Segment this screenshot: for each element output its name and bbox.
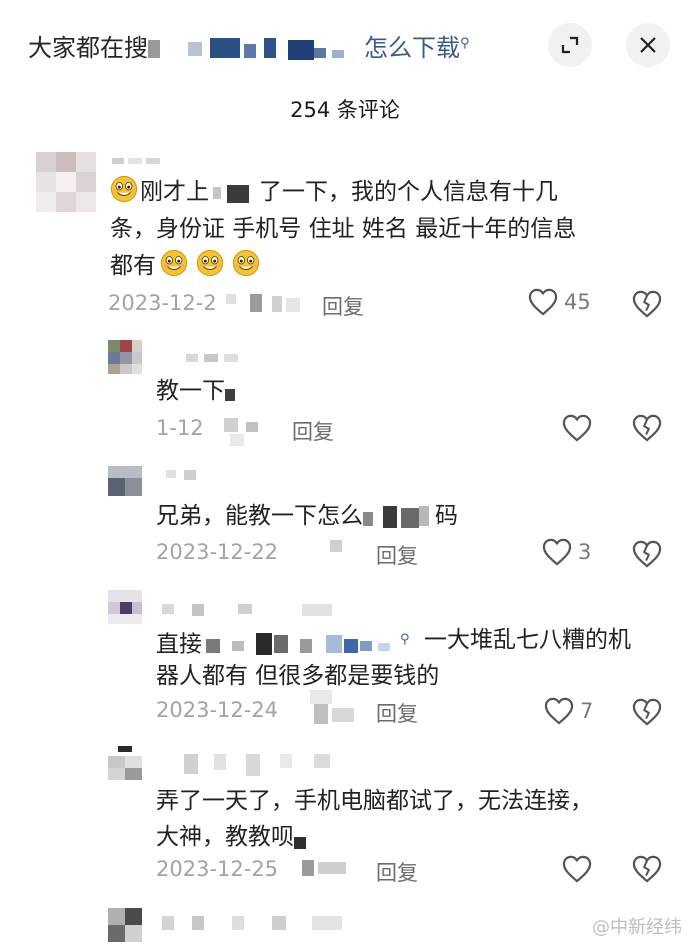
like-count: 3 [578,540,592,564]
comment-text-line: 大神，教教呗 [156,819,308,855]
expand-button[interactable] [548,23,592,67]
avatar[interactable] [108,466,142,496]
avatar[interactable] [36,152,96,212]
heart-icon[interactable] [562,855,592,883]
censored-mosaic [363,504,435,530]
censored-mosaic [302,858,352,878]
comment-text-inline: 一大堆乱七八糟的机 [424,627,631,653]
like-count: 7 [580,699,594,723]
censored-mosaic [306,690,360,732]
close-icon [640,37,656,53]
username-censored[interactable] [184,754,344,780]
like-button[interactable]: 7 [544,697,593,725]
broken-heart-icon[interactable] [632,698,662,726]
comment-date: 2023-12-22 [156,540,279,564]
censored-mosaic [225,381,239,403]
search-icon: ⚲ [460,36,470,51]
comment-date: 2023-12-25 [156,857,279,881]
reply-button[interactable]: 回复 [322,291,364,321]
censored-mosaic [294,827,308,849]
grin-emoji-icon [160,249,188,277]
grin-emoji-icon [232,249,260,277]
censored-mosaic [322,540,352,554]
broken-heart-icon[interactable] [632,290,662,318]
censored-title-mosaic [148,38,358,60]
censored-mosaic [209,181,259,205]
avatar[interactable] [108,590,142,624]
like-button[interactable]: 45 [528,288,591,316]
username-censored[interactable] [162,604,352,618]
comment-date: 1-12 [156,416,204,440]
censored-mosaic [226,292,306,318]
search-suggestion-link[interactable]: 怎么下载⚲ [364,28,470,63]
comment-text: 直接 ⚲ [156,631,410,659]
censored-mosaic [202,631,400,659]
comment-text-line: 条，身份证 手机号 住址 姓名 最近十年的信息 [110,216,577,242]
comment-text: 兄弟，能教一下怎么码 [156,503,458,530]
broken-heart-icon[interactable] [632,540,662,568]
reply-button[interactable]: 回复 [376,540,418,570]
comment-text-line: 弄了一天了，手机电脑都试了，无法连接， [156,788,593,814]
heart-icon [542,538,572,566]
broken-heart-icon[interactable] [632,855,662,883]
avatar[interactable] [108,908,142,942]
grin-emoji-icon [196,249,224,277]
comment-text-line: 器人都有 但很多都是要钱的 [156,663,440,689]
heart-icon [544,697,574,725]
expand-icon [561,36,579,54]
like-button[interactable]: 3 [542,538,591,566]
heart-icon [528,288,558,316]
heart-icon[interactable] [562,414,592,442]
comment-text: 教一下 [156,373,239,409]
avatar[interactable] [108,746,142,780]
like-count: 45 [564,290,591,314]
comment-text: 刚才上 了一下，我的个人信息有十几 [110,174,558,210]
censored-mosaic [206,418,266,446]
comments-header: 大家都在搜 怎么下载⚲ 254 条评论 [0,0,690,135]
username-censored[interactable] [156,354,246,366]
search-icon: ⚲ [400,632,410,647]
reply-button[interactable]: 回复 [292,416,334,446]
search-suggestion-prefix[interactable]: 大家都在搜 [28,28,148,63]
grin-emoji-icon [110,175,138,203]
comment-text-line: 都有 [110,248,262,284]
username-censored[interactable] [112,158,172,170]
watermark: @中新经纬 [592,917,682,938]
comment-date: 2023-12-24 [156,698,279,722]
close-button[interactable] [626,23,670,67]
reply-button[interactable]: 回复 [376,698,418,728]
reply-button[interactable]: 回复 [376,857,418,887]
username-censored[interactable] [166,470,226,482]
comment-date: 2023-12-2 [108,291,217,315]
avatar[interactable] [108,340,142,374]
broken-heart-icon[interactable] [632,414,662,442]
comment-count: 254 条评论 [290,98,400,122]
username-censored[interactable] [162,916,362,936]
